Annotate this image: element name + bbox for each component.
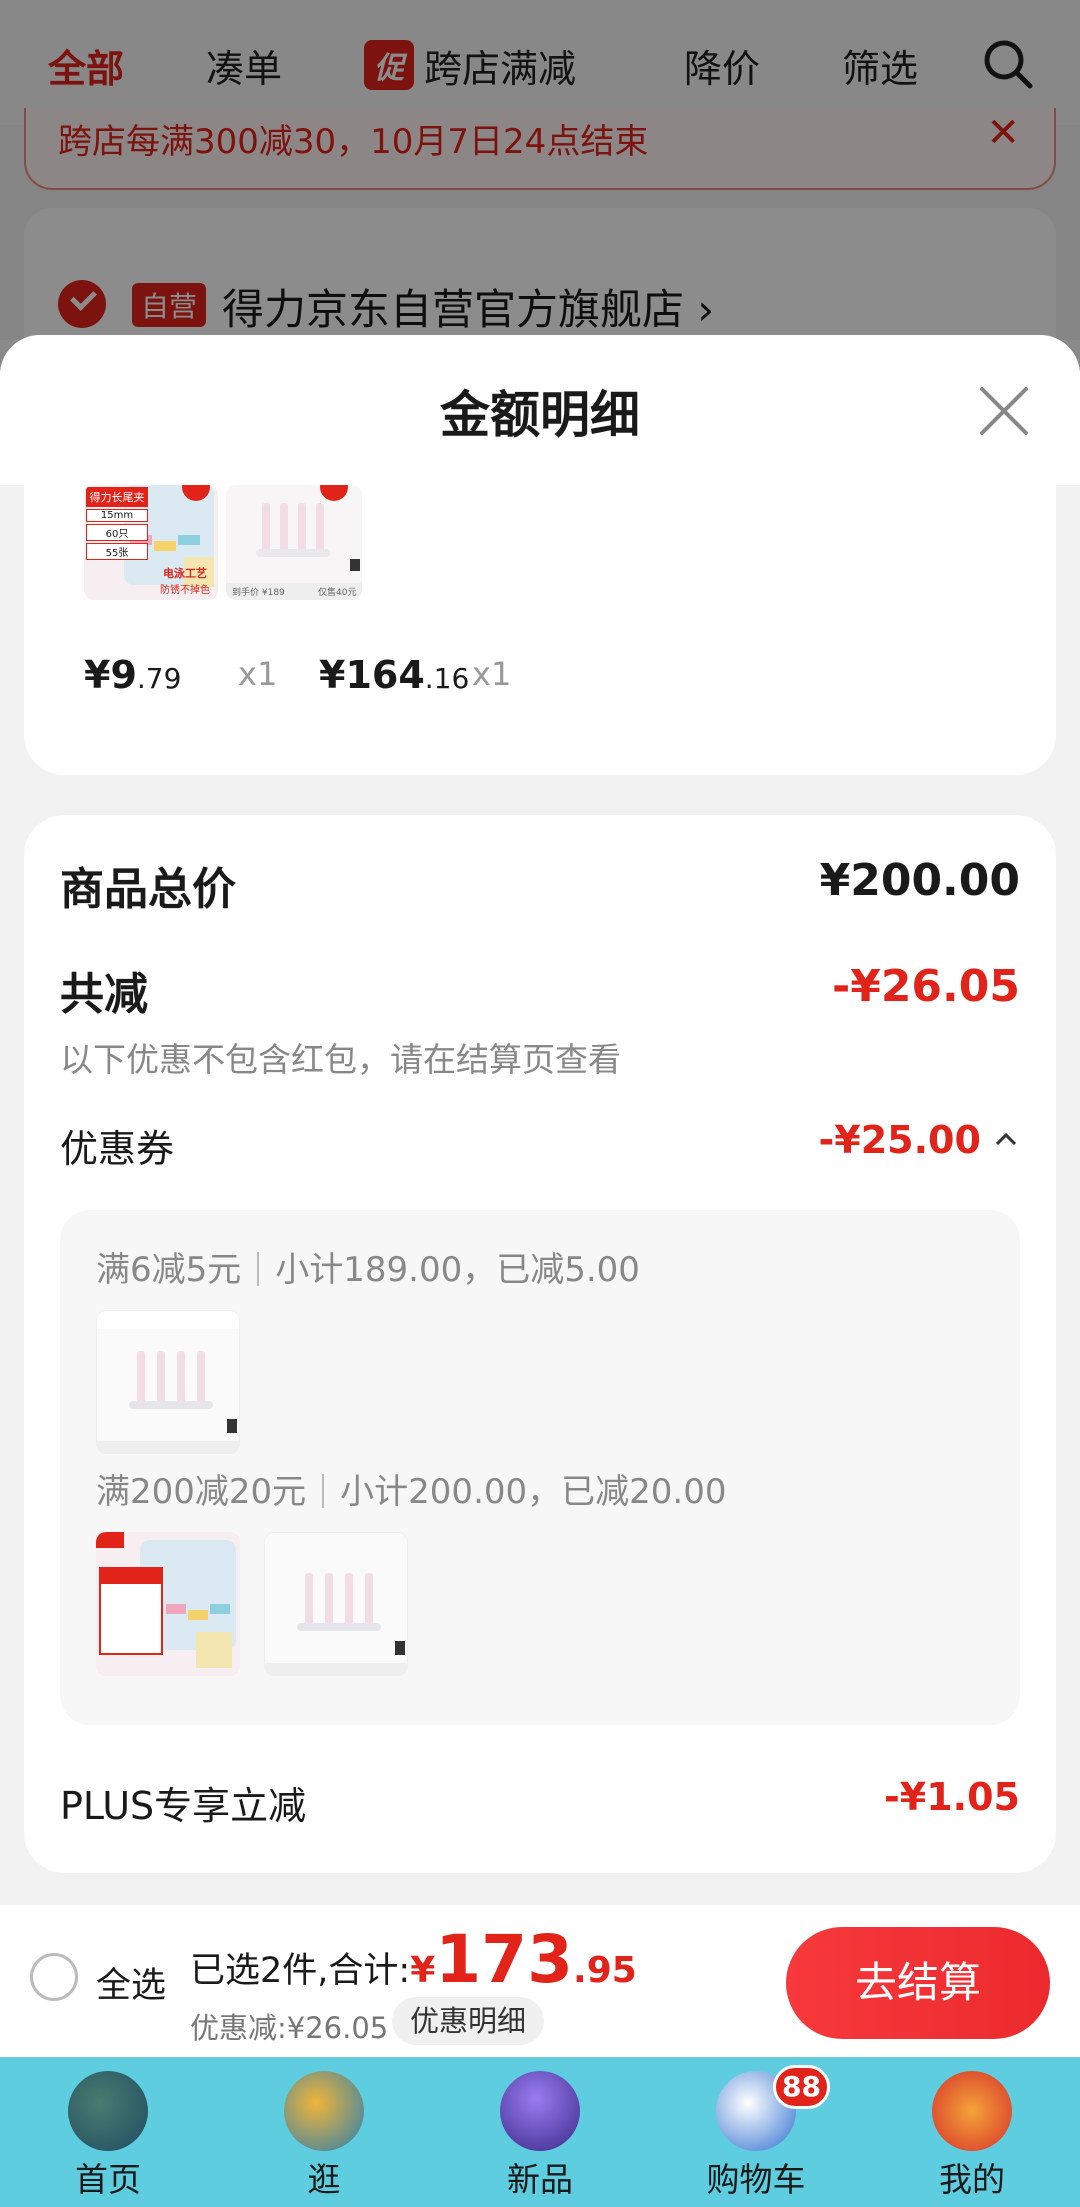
select-all-label[interactable]: 全选: [96, 1957, 166, 2008]
item-price-int: ¥164: [319, 653, 425, 697]
nav-item-new[interactable]: 新品: [465, 2057, 615, 2207]
item-price: ¥164.16: [319, 653, 469, 697]
item-qty: x1: [238, 655, 278, 693]
total-reduction-label: 共减: [60, 969, 148, 1020]
plus-discount-label: PLUS专享立减: [60, 1784, 307, 1828]
close-icon[interactable]: [976, 383, 1032, 439]
thumb-text: 到手价 ¥189: [232, 588, 285, 598]
thumb-text: 电泳工艺: [163, 567, 207, 580]
total-price-value: ¥200.00: [819, 855, 1020, 906]
router-image: [226, 485, 362, 600]
thumb-text: 15mm: [86, 509, 148, 522]
coupon-rule: 满6减5元: [96, 1250, 242, 1290]
thumb-text: 防锈不掉色: [160, 585, 210, 596]
explore-mascot-icon: [284, 2071, 364, 2151]
total-int: 173: [435, 1921, 574, 1998]
coupon-label: 优惠券: [60, 1127, 175, 1171]
product-thumbnail-router[interactable]: 到手价 ¥189 仅售40元: [226, 485, 362, 600]
bottom-navigation: 首页 逛 新品 88 购物车 我的: [0, 2057, 1080, 2207]
chevron-up-icon: [995, 1132, 1017, 1146]
item-price: ¥9.79: [84, 653, 181, 697]
coupon-value: -¥25.00: [818, 1118, 981, 1162]
profile-flower-icon: [932, 2071, 1012, 2151]
total-currency: ¥: [410, 1950, 436, 1991]
item-price-dec: .79: [136, 662, 182, 695]
coupon-summary: 小计200.00，已减20.00: [340, 1472, 727, 1512]
coupon-summary: 小计189.00，已减5.00: [275, 1250, 640, 1290]
binder-clips-image: [96, 1532, 236, 1668]
nav-label: 新品: [507, 2160, 573, 2199]
coupon-product-thumbnail: [96, 1532, 240, 1676]
item-price-int: ¥9: [84, 653, 137, 697]
thumb-text: 60只: [86, 524, 148, 541]
coupon-breakdown: 满6减5元 小计189.00，已减5.00 满200减20元 小计200.00，已减…: [60, 1210, 1020, 1725]
cart-count-badge: 88: [773, 2065, 830, 2109]
checkout-button[interactable]: 去结算: [786, 1927, 1050, 2039]
nav-item-cart[interactable]: 88 购物车: [681, 2057, 831, 2207]
router-image: [265, 1573, 407, 1675]
nav-label: 逛: [307, 2160, 341, 2199]
plus-discount-value: -¥1.05: [884, 1775, 1020, 1819]
order-total: 已选2件,合计:¥173.95: [190, 1921, 637, 1998]
coupon-rule-line: 满200减20元 小计200.00，已减20.00: [96, 1464, 726, 1513]
coupon-toggle[interactable]: -¥25.00: [818, 1118, 1020, 1162]
coupon-rule: 满200减20元: [96, 1472, 307, 1512]
total-dec: .95: [573, 1950, 637, 1991]
nav-item-profile[interactable]: 我的: [897, 2057, 1047, 2207]
home-mascot-icon: [68, 2071, 148, 2151]
dim-overlay[interactable]: [0, 0, 1080, 340]
coupon-product-thumbnail: [96, 1310, 240, 1454]
total-reduction-value: -¥26.05: [831, 961, 1020, 1012]
item-qty: x1: [472, 655, 512, 693]
discount-amount: 优惠减:¥26.05: [190, 2011, 389, 2045]
amount-detail-card: 商品总价 ¥200.00 共减 -¥26.05 以下优惠不包含红包，请在结算页查…: [24, 815, 1056, 1873]
nav-label: 我的: [939, 2160, 1005, 2199]
red-packet-note: 以下优惠不包含红包，请在结算页查看: [60, 1040, 621, 1079]
coupon-rule-line: 满6减5元 小计189.00，已减5.00: [96, 1242, 640, 1291]
selected-count-text: 已选2件,合计:: [190, 1951, 411, 1991]
cart-page-background: 全部 凑单 促跨店满减 降价 筛选 跨店每满300减30，10月7日24点结束 …: [0, 0, 1080, 368]
coupon-product-thumbnail: [264, 1532, 408, 1676]
product-thumbnail-binder-clips[interactable]: 得力长尾夹 15mm 60只 55张 电泳工艺 防锈不掉色: [84, 485, 218, 600]
nav-label: 首页: [75, 2160, 141, 2199]
item-price-dec: .16: [424, 662, 470, 695]
total-price-label: 商品总价: [60, 864, 236, 915]
nav-label: 购物车: [706, 2160, 806, 2199]
sheet-header: 金额明细: [0, 335, 1080, 485]
select-all-radio[interactable]: [30, 1953, 78, 2001]
sheet-title: 金额明细: [440, 386, 640, 444]
nav-item-explore[interactable]: 逛: [249, 2057, 399, 2207]
amount-detail-sheet: 金额明细 得力长尾夹 15mm 60只 55张 电泳工艺 防锈不掉色 到手价 ¥…: [0, 335, 1080, 1910]
router-image: [97, 1311, 239, 1453]
nav-item-home[interactable]: 首页: [33, 2057, 183, 2207]
thumb-text: 仅售40元: [318, 588, 357, 598]
thumb-text: 55张: [86, 543, 148, 560]
items-card: 得力长尾夹 15mm 60只 55张 电泳工艺 防锈不掉色 到手价 ¥189 仅…: [24, 485, 1056, 775]
thumb-text: 得力长尾夹: [86, 487, 148, 507]
new-crystal-icon: [500, 2071, 580, 2151]
checkout-bar: 全选 已选2件,合计:¥173.95 优惠减:¥26.05 优惠明细 去结算: [0, 1905, 1080, 2057]
discount-detail-button[interactable]: 优惠明细: [392, 1997, 545, 2045]
